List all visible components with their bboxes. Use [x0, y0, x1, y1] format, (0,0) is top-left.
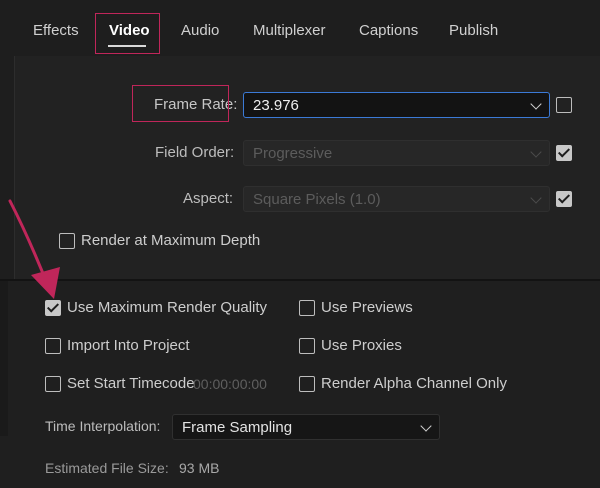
frame-rate-value: 23.976 — [253, 97, 299, 114]
time-interpolation-label: Time Interpolation: — [45, 418, 161, 434]
aspect-checkbox[interactable] — [556, 191, 572, 207]
chevron-down-icon — [530, 98, 542, 110]
tab-captions[interactable]: Captions — [359, 22, 418, 44]
render-max-depth-label: Render at Maximum Depth — [81, 232, 261, 249]
use-proxies-label: Use Proxies — [321, 337, 402, 354]
field-order-dropdown[interactable]: Progressive — [243, 140, 550, 166]
render-alpha-only-checkbox[interactable] — [299, 376, 315, 392]
use-max-render-quality-label: Use Maximum Render Quality — [67, 299, 268, 316]
chevron-down-icon — [530, 192, 542, 204]
tab-audio[interactable]: Audio — [181, 22, 219, 44]
set-start-timecode-checkbox[interactable] — [45, 376, 61, 392]
field-order-checkbox[interactable] — [556, 145, 572, 161]
use-previews-label: Use Previews — [321, 299, 413, 316]
frame-rate-dropdown[interactable]: 23.976 — [243, 92, 550, 118]
use-proxies-checkbox[interactable] — [299, 338, 315, 354]
export-settings-window: Effects Video Audio Multiplexer Captions… — [0, 0, 600, 488]
start-timecode-value[interactable]: 00:00:00:00 — [193, 376, 267, 392]
render-alpha-only-label: Render Alpha Channel Only — [321, 375, 507, 392]
time-interpolation-value: Frame Sampling — [182, 419, 293, 436]
import-into-project-label: Import Into Project — [67, 337, 190, 354]
chevron-down-icon — [530, 146, 542, 158]
frame-rate-highlight-box — [132, 85, 229, 122]
tab-multiplexer[interactable]: Multiplexer — [253, 22, 326, 44]
set-start-timecode-label: Set Start Timecode — [67, 375, 195, 392]
estimated-file-size-value: 93 MB — [179, 460, 220, 476]
aspect-value: Square Pixels (1.0) — [253, 191, 381, 208]
estimated-file-size-label: Estimated File Size: — [45, 460, 169, 476]
tab-effects[interactable]: Effects — [33, 22, 79, 44]
tab-publish[interactable]: Publish — [449, 22, 498, 44]
chevron-down-icon — [420, 420, 432, 432]
time-interpolation-dropdown[interactable]: Frame Sampling — [172, 414, 440, 440]
field-order-value: Progressive — [253, 145, 333, 162]
annotation-arrow-icon — [8, 199, 60, 299]
field-order-label: Field Order: — [155, 144, 235, 161]
use-previews-checkbox[interactable] — [299, 300, 315, 316]
aspect-dropdown[interactable]: Square Pixels (1.0) — [243, 186, 550, 212]
frame-rate-checkbox[interactable] — [556, 97, 572, 113]
tab-bar: Effects Video Audio Multiplexer Captions… — [0, 0, 600, 58]
import-into-project-checkbox[interactable] — [45, 338, 61, 354]
aspect-label: Aspect: — [183, 190, 234, 207]
video-tab-highlight-box — [95, 13, 160, 54]
